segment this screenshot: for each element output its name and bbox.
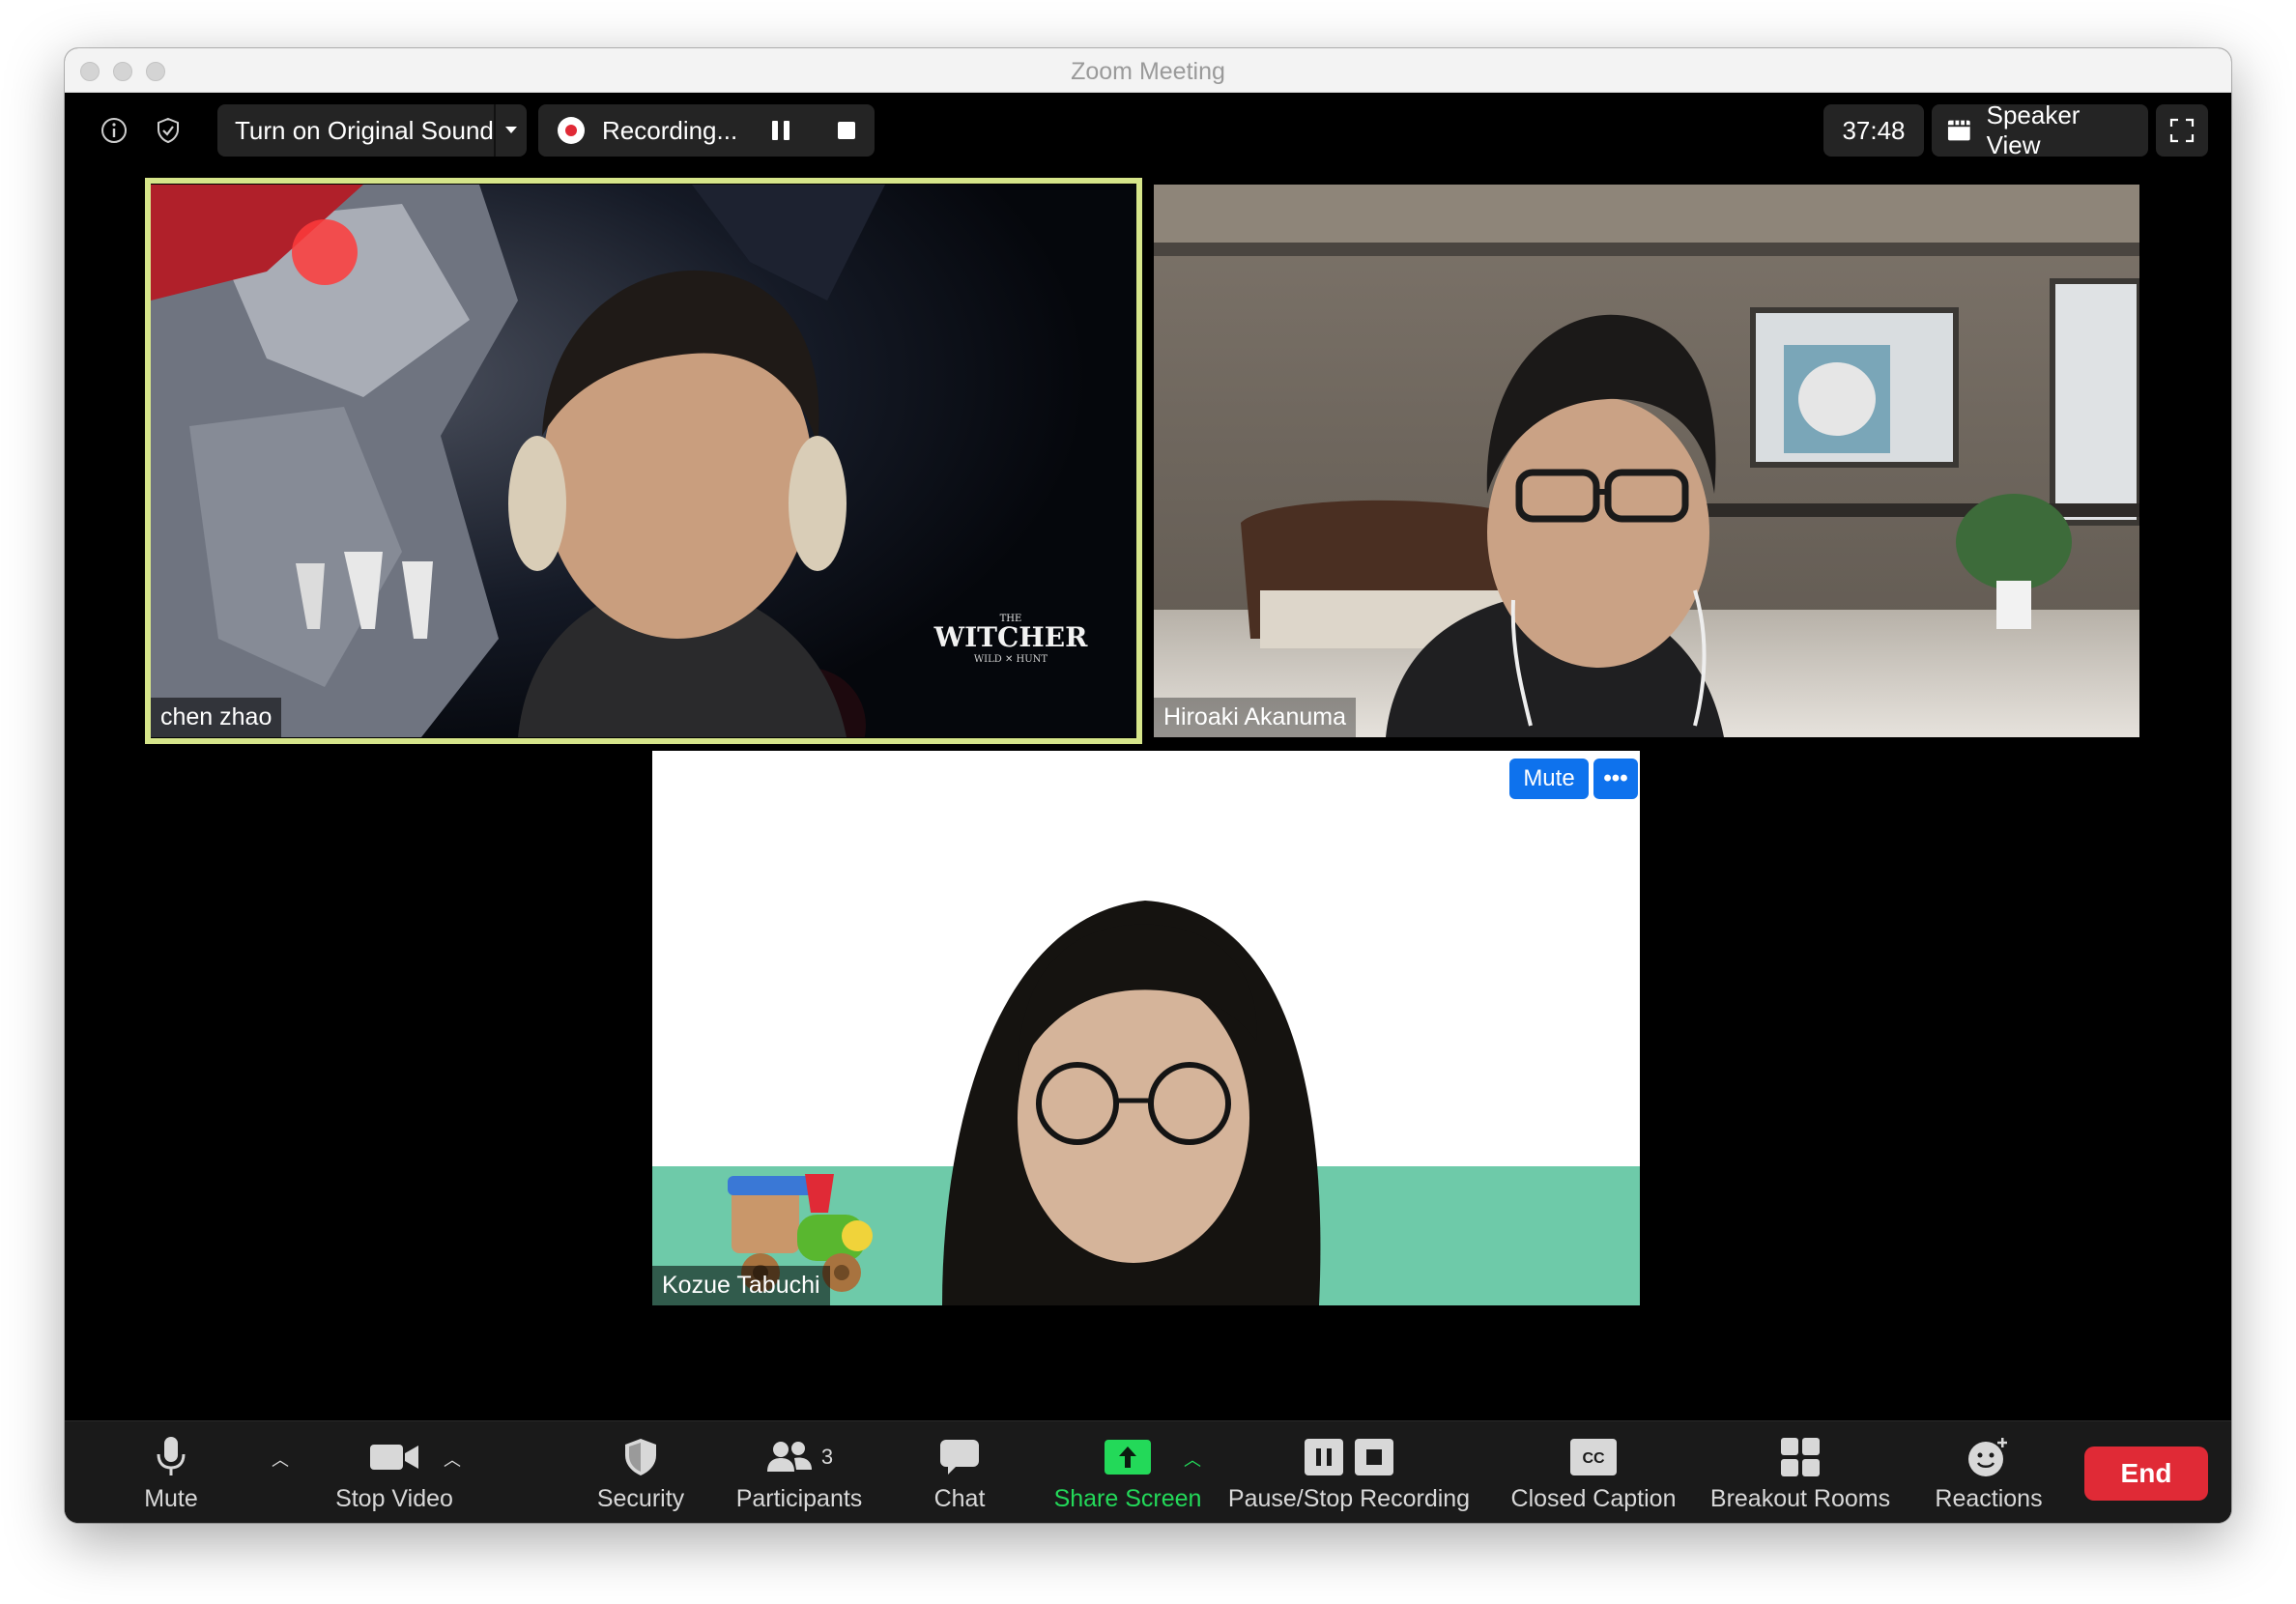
svg-text:WITCHER: WITCHER	[933, 621, 1088, 653]
chat-bubble-icon	[940, 1440, 979, 1475]
closed-caption-button[interactable]: CC Closed Caption	[1497, 1431, 1690, 1518]
recording-control-label: Pause/Stop Recording	[1227, 1485, 1471, 1512]
audio-options-caret[interactable]: ︿	[272, 1446, 289, 1472]
closed-caption-icon: CC	[1570, 1439, 1617, 1475]
video-options-caret[interactable]: ︿	[444, 1446, 461, 1472]
fullscreen-button[interactable]	[2156, 104, 2208, 157]
witcher-logo: THE WITCHER WILD ✕ HUNT	[933, 614, 1088, 665]
info-icon	[101, 118, 127, 143]
meeting-controls-toolbar: Mute ︿ Stop Video ︿ Security 3 Participa…	[65, 1420, 2231, 1523]
end-meeting-button[interactable]: End	[2084, 1446, 2208, 1501]
participant-name-hiroaki-akanuma: Hiroaki Akanuma	[1154, 698, 1356, 737]
original-sound-label: Turn on Original Sound	[235, 115, 494, 145]
shield-check-icon	[158, 117, 179, 144]
reactions-button[interactable]: Reactions	[1916, 1431, 2061, 1518]
more-options-button[interactable]: •••	[1593, 759, 1638, 799]
video-tile-kozue-tabuchi[interactable]: Mute ••• Kozue Tabuchi	[652, 751, 1640, 1305]
participants-icon	[766, 1442, 812, 1472]
virtual-background-loft	[1154, 185, 2139, 737]
breakout-rooms-label: Breakout Rooms	[1709, 1485, 1891, 1512]
pause-stop-recording-button[interactable]: Pause/Stop Recording	[1228, 1431, 1470, 1518]
stop-icon	[1355, 1439, 1393, 1475]
closed-caption-label: Closed Caption	[1510, 1485, 1677, 1512]
security-button[interactable]: Security	[583, 1431, 699, 1518]
video-camera-icon	[370, 1445, 418, 1470]
video-tile-chen-zhao[interactable]: THE WITCHER WILD ✕ HUNT chen zhao	[151, 185, 1136, 737]
microphone-icon	[157, 1437, 186, 1475]
breakout-rooms-icon	[1781, 1438, 1820, 1476]
virtual-background-train	[652, 751, 1640, 1305]
speaker-view-icon	[1947, 120, 1970, 141]
reactions-label: Reactions	[1935, 1485, 2043, 1512]
timer-text: 37:48	[1842, 115, 1906, 145]
share-screen-button[interactable]: Share Screen	[1043, 1431, 1213, 1518]
recording-indicator: Recording...	[538, 104, 875, 157]
reactions-smiley-icon	[1968, 1438, 2007, 1476]
meeting-stage: Turn on Original Sound Recording... 37:4…	[65, 93, 2231, 1523]
share-options-caret[interactable]: ︿	[1184, 1446, 1201, 1472]
share-screen-icon	[1105, 1440, 1151, 1475]
security-shield-icon	[625, 1439, 656, 1475]
participants-button[interactable]: 3 Participants	[732, 1431, 867, 1518]
chat-button[interactable]: Chat	[902, 1431, 1018, 1518]
stop-video-label: Stop Video	[335, 1485, 453, 1512]
mute-label: Mute	[144, 1485, 198, 1512]
view-switch-button[interactable]: Speaker View	[1932, 100, 2148, 159]
original-sound-dropdown[interactable]	[494, 104, 527, 157]
encryption-shield-button[interactable]	[142, 104, 194, 157]
fullscreen-icon	[2169, 118, 2195, 143]
zoom-window: Zoom Meeting Turn on Original Sound Reco…	[65, 48, 2231, 1523]
stop-video-button[interactable]: Stop Video	[322, 1431, 467, 1518]
breakout-rooms-button[interactable]: Breakout Rooms	[1704, 1431, 1897, 1518]
svg-text:CC: CC	[1582, 1450, 1605, 1467]
original-sound-button[interactable]: Turn on Original Sound	[217, 104, 511, 157]
pause-icon	[1305, 1439, 1343, 1475]
chat-label: Chat	[933, 1485, 986, 1512]
participants-count: 3	[820, 1445, 834, 1469]
meeting-info-button[interactable]	[88, 104, 140, 157]
stop-recording-icon[interactable]	[838, 122, 856, 139]
video-tile-hiroaki-akanuma[interactable]: Hiroaki Akanuma	[1154, 185, 2139, 737]
svg-text:WILD ✕ HUNT: WILD ✕ HUNT	[974, 654, 1048, 665]
mute-participant-button[interactable]: Mute	[1509, 759, 1589, 799]
caret-down-icon	[505, 127, 517, 133]
recording-dot-icon	[558, 117, 585, 144]
participant-name-kozue-tabuchi: Kozue Tabuchi	[652, 1266, 830, 1305]
meeting-timer: 37:48	[1823, 104, 1924, 157]
share-screen-label: Share Screen	[1053, 1485, 1202, 1512]
title-bar: Zoom Meeting	[65, 48, 2231, 93]
recording-label: Recording...	[602, 115, 738, 145]
view-label: Speaker View	[1986, 100, 2081, 159]
participant-name-chen-zhao: chen zhao	[151, 698, 282, 737]
window-title: Zoom Meeting	[1071, 58, 1225, 85]
security-label: Security	[596, 1485, 685, 1512]
mute-button[interactable]: Mute	[113, 1431, 229, 1518]
pause-recording-icon[interactable]	[772, 121, 790, 140]
participants-label: Participants	[735, 1485, 863, 1512]
